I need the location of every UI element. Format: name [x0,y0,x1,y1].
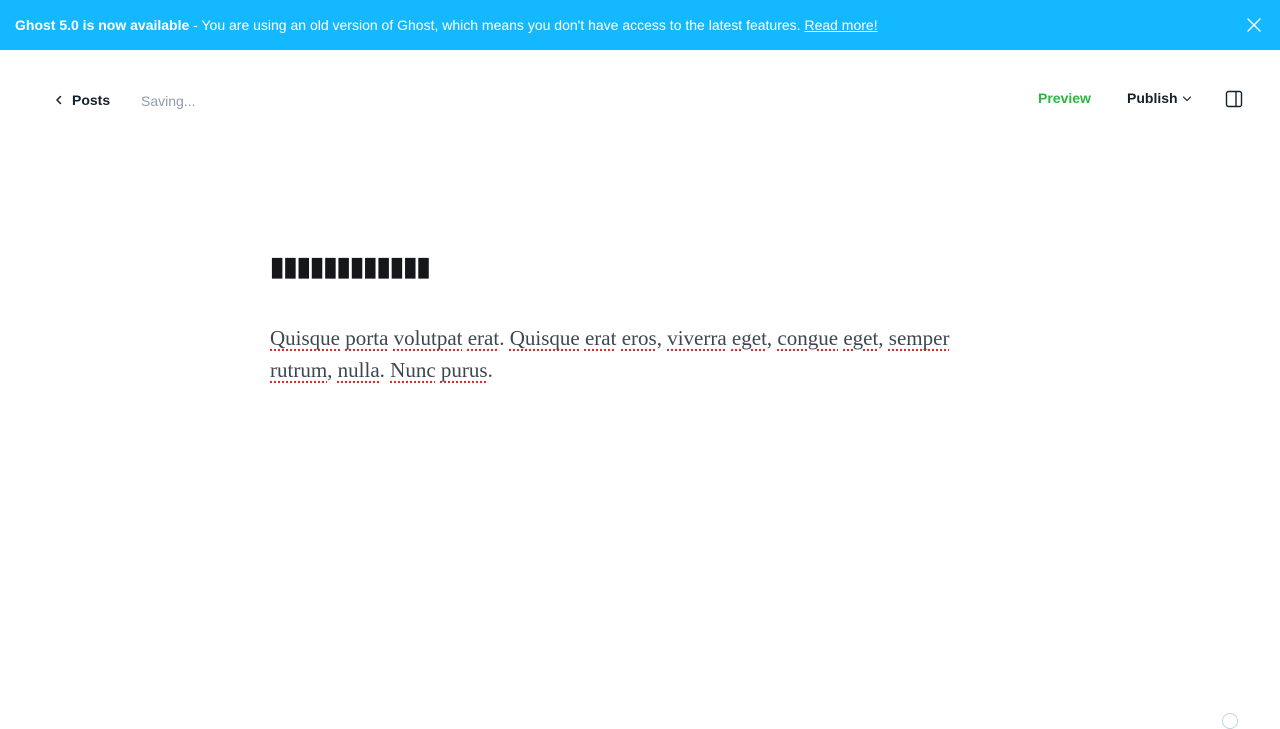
update-banner: Ghost 5.0 is now available - You are usi… [0,0,1280,50]
body-word: eget [732,326,767,350]
body-word: purus [441,358,488,382]
publish-label: Publish [1127,90,1178,106]
banner-headline: Ghost 5.0 is now available [15,17,189,33]
sidebar-panel-icon[interactable] [1225,90,1243,108]
body-word: semper [889,326,950,350]
body-word: rutrum [270,358,327,382]
body-word: Quisque [270,326,340,350]
body-word: eget [843,326,878,350]
banner-read-more-link[interactable]: Read more! [804,17,877,33]
body-word: Nunc [390,358,436,382]
save-status: Saving... [141,93,195,109]
help-icon[interactable] [1222,713,1238,729]
body-word: viverra [667,326,726,350]
body-word: eros [622,326,657,350]
banner-message: - You are using an old version of Ghost,… [189,17,804,33]
body-punctuation: , [878,326,889,350]
body-word: nulla [338,358,380,382]
post-body-field[interactable]: Quisque porta volutpat erat. Quisque era… [270,322,1010,386]
post-title-field[interactable]: ▮▮▮▮▮▮▮▮▮▮▮▮ [270,250,1010,282]
body-word: congue [777,326,838,350]
body-word: erat [585,326,616,350]
body-punctuation: . [499,326,510,350]
preview-button[interactable]: Preview [1038,90,1091,106]
close-icon[interactable] [1246,17,1262,33]
body-punctuation: . [488,358,493,382]
body-punctuation: , [327,358,338,382]
body-word: erat [468,326,499,350]
body-punctuation: . [380,358,391,382]
chevron-down-icon [1182,90,1192,106]
body-punctuation: , [657,326,668,350]
chevron-left-icon [55,92,63,108]
editor-canvas[interactable]: ▮▮▮▮▮▮▮▮▮▮▮▮ Quisque porta volutpat erat… [270,250,1010,386]
editor-header: Posts Saving... Preview Publish [0,50,1280,150]
back-to-posts-button[interactable]: Posts [55,92,110,108]
back-label: Posts [72,92,110,108]
body-word: Quisque [510,326,580,350]
body-word: volutpat [394,326,463,350]
publish-button[interactable]: Publish [1127,90,1192,106]
body-punctuation: , [767,326,778,350]
body-word: porta [345,326,388,350]
